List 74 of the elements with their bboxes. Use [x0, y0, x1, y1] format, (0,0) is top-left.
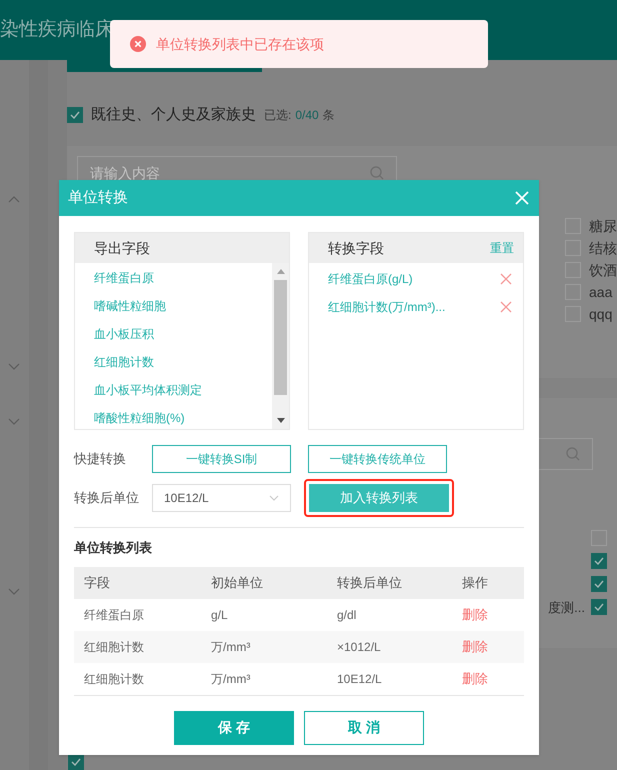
chevron-down-icon[interactable] — [8, 418, 20, 425]
chevron-down-icon[interactable] — [8, 363, 20, 370]
column-header: 字段 — [84, 574, 111, 592]
checkbox[interactable] — [67, 107, 83, 124]
check-icon — [71, 758, 81, 766]
option-label: 糖尿 — [589, 216, 617, 236]
table-cell-text: ×1012/L — [337, 638, 382, 656]
option-label: 结核 — [589, 238, 617, 258]
check-icon — [594, 557, 604, 566]
table-cell-text: 万/mm³ — [211, 638, 252, 656]
search-placeholder: 请输入内容 — [90, 164, 160, 183]
table-cell-text: g/L — [211, 606, 229, 624]
dialog-title: 单位转换 — [68, 188, 128, 208]
toast-message: 单位转换列表中已存在该项 — [156, 34, 324, 54]
delete-link[interactable]: 删除 — [462, 668, 488, 688]
cancel-button[interactable]: 取 消 — [304, 710, 424, 744]
selected-field: 红细胞计数(万/mm³)... — [328, 298, 446, 316]
list-heading: 转换字段 — [328, 238, 384, 258]
option-label: 饮酒 — [589, 260, 617, 280]
delete-link[interactable]: 删除 — [462, 636, 488, 656]
table-cell-text: 红细胞计数 — [84, 670, 145, 688]
delete-link[interactable]: 删除 — [462, 604, 488, 624]
checkbox[interactable] — [591, 576, 607, 592]
close-button[interactable] — [514, 190, 530, 206]
field-option[interactable]: 嗜碱性粒细胞 — [94, 297, 272, 316]
table-cell-text: g/dl — [337, 606, 358, 624]
check-icon — [594, 603, 604, 612]
checkbox[interactable] — [591, 553, 607, 570]
select-value: 10E12/L — [164, 490, 209, 507]
column-header: 转换后单位 — [337, 574, 403, 592]
check-icon — [70, 111, 80, 120]
save-button[interactable]: 保 存 — [174, 710, 294, 744]
quick-convert-button[interactable]: 一键转换传统单位 — [308, 445, 447, 473]
selected-label: 已选: — [264, 107, 292, 124]
field-option[interactable]: 嗜酸性粒细胞(%) — [94, 409, 272, 428]
option-label: qqq — [589, 304, 612, 324]
table-cell-text: 红细胞计数 — [84, 638, 145, 656]
target-unit-label: 转换后单位 — [74, 489, 140, 508]
field-option[interactable]: 红细胞计数 — [94, 353, 272, 372]
table-cell-text: 万/mm³ — [211, 670, 252, 688]
field-label: 度测... — [548, 598, 585, 616]
field-option[interactable]: 血小板压积 — [94, 325, 272, 344]
chevron-down-icon[interactable] — [8, 588, 20, 595]
add-to-list-button[interactable]: 加入转换列表 — [309, 484, 449, 512]
column-header: 初始单位 — [211, 574, 264, 592]
quick-convert-label: 快捷转换 — [74, 450, 127, 468]
remove-button[interactable] — [500, 300, 512, 312]
reset-link[interactable]: 重置 — [490, 239, 514, 257]
field-option[interactable]: 纤维蛋白原 — [94, 269, 272, 288]
list-heading: 导出字段 — [94, 238, 150, 258]
chevron-up-icon[interactable] — [8, 196, 20, 203]
search-icon[interactable] — [370, 166, 384, 180]
field-option[interactable]: 血小板平均体积测定 — [94, 381, 272, 400]
selected-field: 纤维蛋白原(g/L) — [328, 270, 413, 288]
scrollbar[interactable] — [272, 263, 289, 429]
section-title: 单位转换列表 — [74, 539, 153, 557]
check-icon — [594, 580, 604, 588]
scroll-down-icon[interactable] — [276, 418, 284, 423]
scroll-up-icon[interactable] — [276, 269, 284, 274]
table-cell-text: 10E12/L — [337, 670, 383, 688]
search-icon[interactable] — [566, 447, 580, 462]
column-header: 操作 — [462, 574, 489, 592]
section-title: 既往史、个人史及家族史 — [91, 104, 256, 125]
remove-button[interactable] — [500, 272, 512, 284]
table-cell-text: 纤维蛋白原 — [84, 606, 145, 624]
count-unit: 条 — [322, 107, 335, 124]
selected-count: 0/40 — [295, 107, 319, 124]
error-icon — [130, 36, 146, 52]
unit-select[interactable]: 10E12/L — [152, 484, 291, 512]
quick-convert-button[interactable]: 一键转换SI制 — [152, 445, 291, 473]
checkbox[interactable] — [591, 599, 607, 616]
chevron-down-icon — [269, 495, 279, 501]
checkbox[interactable] — [68, 754, 84, 770]
option-label: aaa — [589, 282, 612, 302]
